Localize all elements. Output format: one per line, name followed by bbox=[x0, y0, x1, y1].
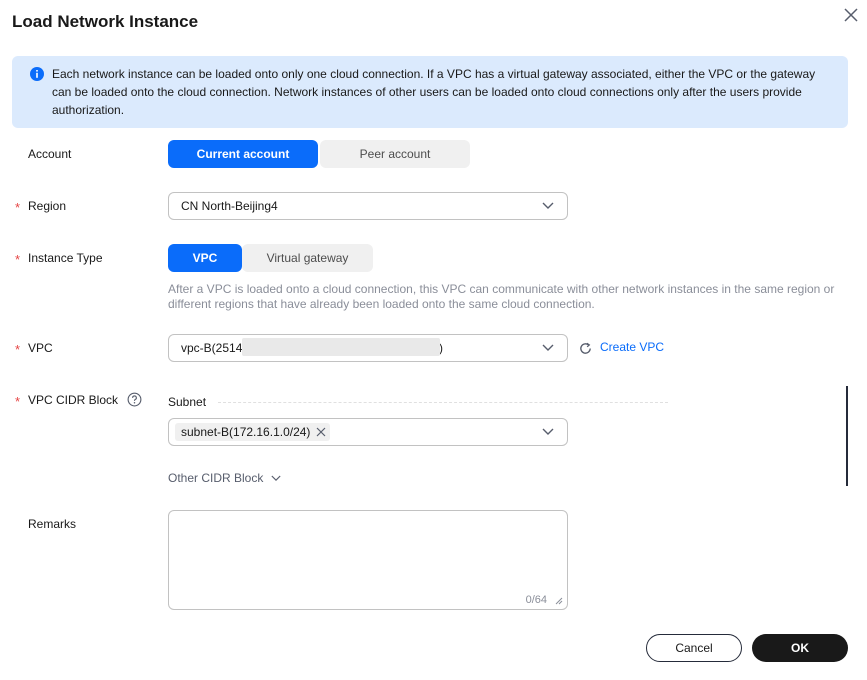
account-peer-button[interactable]: Peer account bbox=[320, 140, 470, 168]
instance-type-label: Instance Type bbox=[28, 251, 103, 265]
region-required-mark: * bbox=[15, 200, 21, 215]
cancel-button[interactable]: Cancel bbox=[646, 634, 742, 662]
info-icon bbox=[30, 67, 44, 81]
subnet-divider bbox=[218, 402, 668, 403]
chevron-down-icon bbox=[542, 428, 554, 435]
account-current-button[interactable]: Current account bbox=[168, 140, 318, 168]
cidr-label: VPC CIDR Block bbox=[28, 393, 119, 407]
refresh-icon[interactable] bbox=[578, 341, 593, 356]
scrollbar[interactable] bbox=[846, 386, 848, 486]
resize-icon[interactable] bbox=[555, 597, 563, 605]
create-vpc-link[interactable]: Create VPC bbox=[600, 340, 664, 354]
info-text: Each network instance can be loaded onto… bbox=[52, 67, 816, 117]
vpc-required-mark: * bbox=[15, 342, 21, 357]
subnet-tag: subnet-B(172.16.1.0/24) bbox=[175, 423, 331, 441]
info-banner: Each network instance can be loaded onto… bbox=[12, 56, 848, 128]
instance-type-gateway-button[interactable]: Virtual gateway bbox=[242, 244, 373, 272]
subnet-tag-label: subnet-B(172.16.1.0/24) bbox=[181, 425, 311, 439]
dialog-title: Load Network Instance bbox=[12, 12, 199, 31]
other-cidr-toggle[interactable]: Other CIDR Block bbox=[168, 471, 281, 485]
close-icon[interactable] bbox=[840, 4, 862, 26]
vpc-id-redaction bbox=[242, 338, 440, 356]
remarks-counter: 0/64 bbox=[525, 594, 547, 606]
instance-type-hint: After a VPC is loaded onto a cloud conne… bbox=[168, 282, 835, 311]
chevron-down-icon bbox=[542, 344, 554, 351]
help-icon[interactable] bbox=[127, 392, 142, 407]
cidr-required-mark: * bbox=[15, 394, 21, 409]
chevron-down-icon bbox=[542, 202, 554, 209]
region-label: Region bbox=[28, 199, 67, 213]
vpc-label: VPC bbox=[28, 341, 53, 355]
chevron-down-icon bbox=[271, 475, 281, 481]
instance-type-vpc-button[interactable]: VPC bbox=[168, 244, 242, 272]
remarks-label: Remarks bbox=[28, 517, 77, 531]
vpc-value-prefix: vpc-B(2514 bbox=[181, 341, 243, 355]
tag-remove-icon[interactable] bbox=[316, 427, 326, 437]
account-label: Account bbox=[28, 147, 72, 161]
ok-button[interactable]: OK bbox=[752, 634, 848, 662]
subnet-header: Subnet bbox=[168, 395, 207, 409]
other-cidr-label: Other CIDR Block bbox=[168, 471, 264, 485]
subnet-select[interactable]: subnet-B(172.16.1.0/24) bbox=[168, 418, 568, 446]
region-select[interactable]: CN North-Beijing4 bbox=[168, 192, 568, 220]
region-value: CN North-Beijing4 bbox=[181, 199, 278, 213]
instance-type-required-mark: * bbox=[15, 252, 21, 267]
remarks-textarea[interactable]: 0/64 bbox=[168, 510, 568, 610]
